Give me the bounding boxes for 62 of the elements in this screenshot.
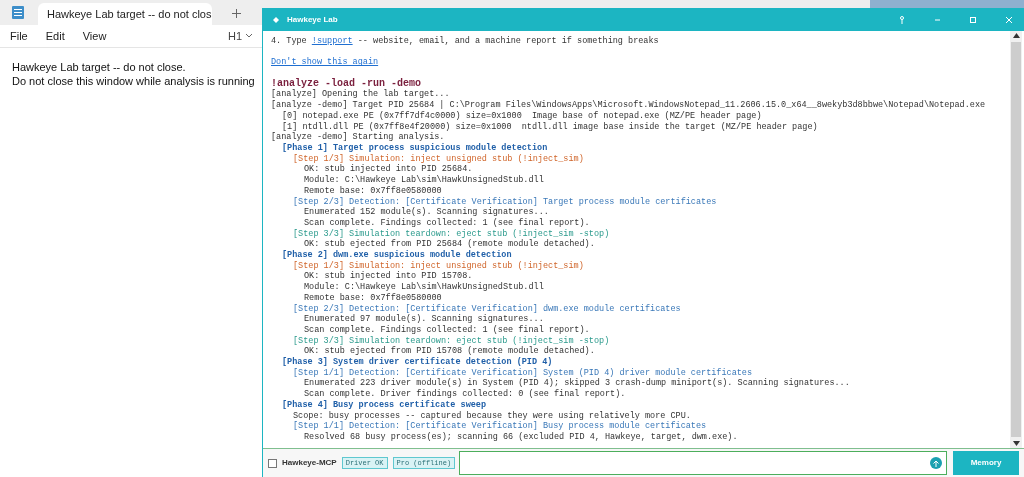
send-button[interactable] bbox=[930, 457, 942, 469]
log-line: [Step 1/3] Simulation: inject unsigned stub (!inject_sim) bbox=[293, 153, 584, 164]
scroll-up-icon[interactable] bbox=[1012, 33, 1020, 38]
scroll-down-icon[interactable] bbox=[1012, 441, 1020, 446]
log-line: [Step 1/3] Simulation: inject unsigned stub (!inject_sim) bbox=[293, 260, 584, 271]
menu-item[interactable]: View bbox=[82, 27, 107, 45]
log-line: OK: stub ejected from PID 15708 (remote module detached). bbox=[304, 346, 595, 357]
log-line: Resolved 68 busy process(es); scanning 66 (excluded PID 4, Hawkeye, target, dwm.exe). bbox=[304, 432, 738, 443]
document-text: Do not close this window while analysis is running bbox=[12, 74, 255, 88]
log-line: Enumerated 152 module(s). Scanning signatures... bbox=[304, 207, 549, 218]
document-tab[interactable]: Hawkeye Lab target -- do not clos bbox=[38, 3, 212, 25]
pin-icon[interactable] bbox=[899, 15, 905, 24]
log-line: Scan complete. Driver findings collected: 0 (see final report). bbox=[304, 389, 626, 400]
log-line: Enumerated 97 module(s). Scanning signatures... bbox=[304, 314, 544, 325]
log-line: Scan complete. Findings collected: 1 (see final report). bbox=[304, 217, 590, 229]
log-line: Remote base: 0x7ff8e0580000 bbox=[304, 292, 442, 304]
mcp-checkbox[interactable] bbox=[268, 458, 277, 468]
log-line: [0] notepad.exe PE (0x7ff7df4c0000) size=0x1000 Image base of notepad.exe (MZ/PE header page) bbox=[282, 110, 762, 122]
tip-line: 4. Type !support -- website, email, and a machine report if something breaks bbox=[271, 36, 659, 47]
document-text: Hawkeye Lab target -- do not close. bbox=[12, 60, 186, 74]
log-line: !analyze -load -run -demo bbox=[271, 78, 422, 89]
log-line: Scan complete. Findings collected: 1 (see final report). bbox=[304, 324, 590, 336]
support-link[interactable]: !support bbox=[311, 36, 353, 46]
menu-item[interactable]: Edit bbox=[45, 27, 65, 45]
log-line: OK: stub ejected from PID 25684 (remote module detached). bbox=[304, 239, 595, 250]
log-line: Module: C:\Hawkeye Lab\sim\HawkUnsignedStub.dll bbox=[304, 175, 544, 186]
message-input[interactable] bbox=[459, 451, 947, 475]
menu-item[interactable]: File bbox=[10, 27, 28, 45]
log-line: Module: C:\Hawkeye Lab\sim\HawkUnsignedStub.dll bbox=[304, 282, 544, 293]
notepad-icon bbox=[12, 5, 24, 19]
window-title: Hawkeye Lab bbox=[287, 13, 338, 26]
up-arrow-icon bbox=[933, 459, 939, 467]
minimize-icon[interactable] bbox=[935, 18, 940, 21]
log-line: [analyze -demo] Target PID 25684 | C:\Program Files\WindowsApps\Microsoft.WindowsNotepad_11.2606.15.0_x64__8wekyb3d8bbwe\Notepad\Notepad.exe bbox=[271, 100, 986, 111]
log-line: [Step 1/1] Detection: [Certificate Verification] System (PID 4) driver module certificates bbox=[293, 367, 753, 378]
log-line: OK: stub injected into PID 25684. bbox=[304, 164, 473, 175]
diamond-icon bbox=[273, 16, 279, 23]
log-line: [Step 3/3] Simulation teardown: eject stub (!inject_sim -stop) bbox=[293, 228, 610, 239]
log-line: [Step 2/3] Detection: [Certificate Verification] Target process module certificates bbox=[293, 196, 717, 207]
log-line: [Step 3/3] Simulation teardown: eject stub (!inject_sim -stop) bbox=[293, 335, 610, 346]
dismiss-link[interactable]: Don't show this again bbox=[271, 57, 379, 69]
maximize-icon[interactable] bbox=[970, 16, 976, 23]
log-line: [Phase 1] Target process suspicious module detection bbox=[282, 143, 548, 154]
log-line: [Phase 2] dwm.exe suspicious module detection bbox=[282, 250, 512, 261]
log-line: [Step 2/3] Detection: [Certificate Verification] dwm.exe module certificates bbox=[293, 303, 681, 314]
scroll-thumb[interactable] bbox=[1011, 42, 1021, 437]
log-line: Enumerated 223 driver module(s) in System (PID 4); skipped 3 crash-dump miniport(s). Scanning signatures... bbox=[304, 378, 850, 389]
log-line: [analyze -demo] Starting analysis. bbox=[271, 132, 445, 143]
log-line: Remote base: 0x7ff8e0580000 bbox=[304, 185, 442, 197]
log-line: Scope: busy processes -- captured because they were using relatively more CPU. bbox=[293, 410, 691, 421]
scrollbar[interactable] bbox=[1010, 31, 1022, 448]
log-line: OK: stub injected into PID 15708. bbox=[304, 271, 473, 282]
mcp-label: Hawkeye-MCP bbox=[282, 457, 337, 469]
close-icon[interactable] bbox=[1006, 16, 1012, 23]
log-line: [analyze] Opening the lab target... bbox=[271, 89, 450, 100]
heading-dropdown[interactable]: H1 bbox=[227, 27, 252, 45]
caret-icon bbox=[246, 34, 252, 38]
log-line: [Phase 4] Busy process certificate sweep bbox=[282, 399, 487, 411]
log-line: [Phase 3] System driver certificate detection (PID 4) bbox=[282, 357, 553, 368]
log-line: [Step 1/1] Detection: [Certificate Verification] Busy process module certificates bbox=[293, 421, 707, 432]
plus-icon[interactable] bbox=[232, 9, 241, 18]
log-line: [1] ntdll.dll PE (0x7ff8e4f20000) size=0x1000 ntdll.dll image base inside the target (MZ/PE header page) bbox=[282, 121, 818, 132]
